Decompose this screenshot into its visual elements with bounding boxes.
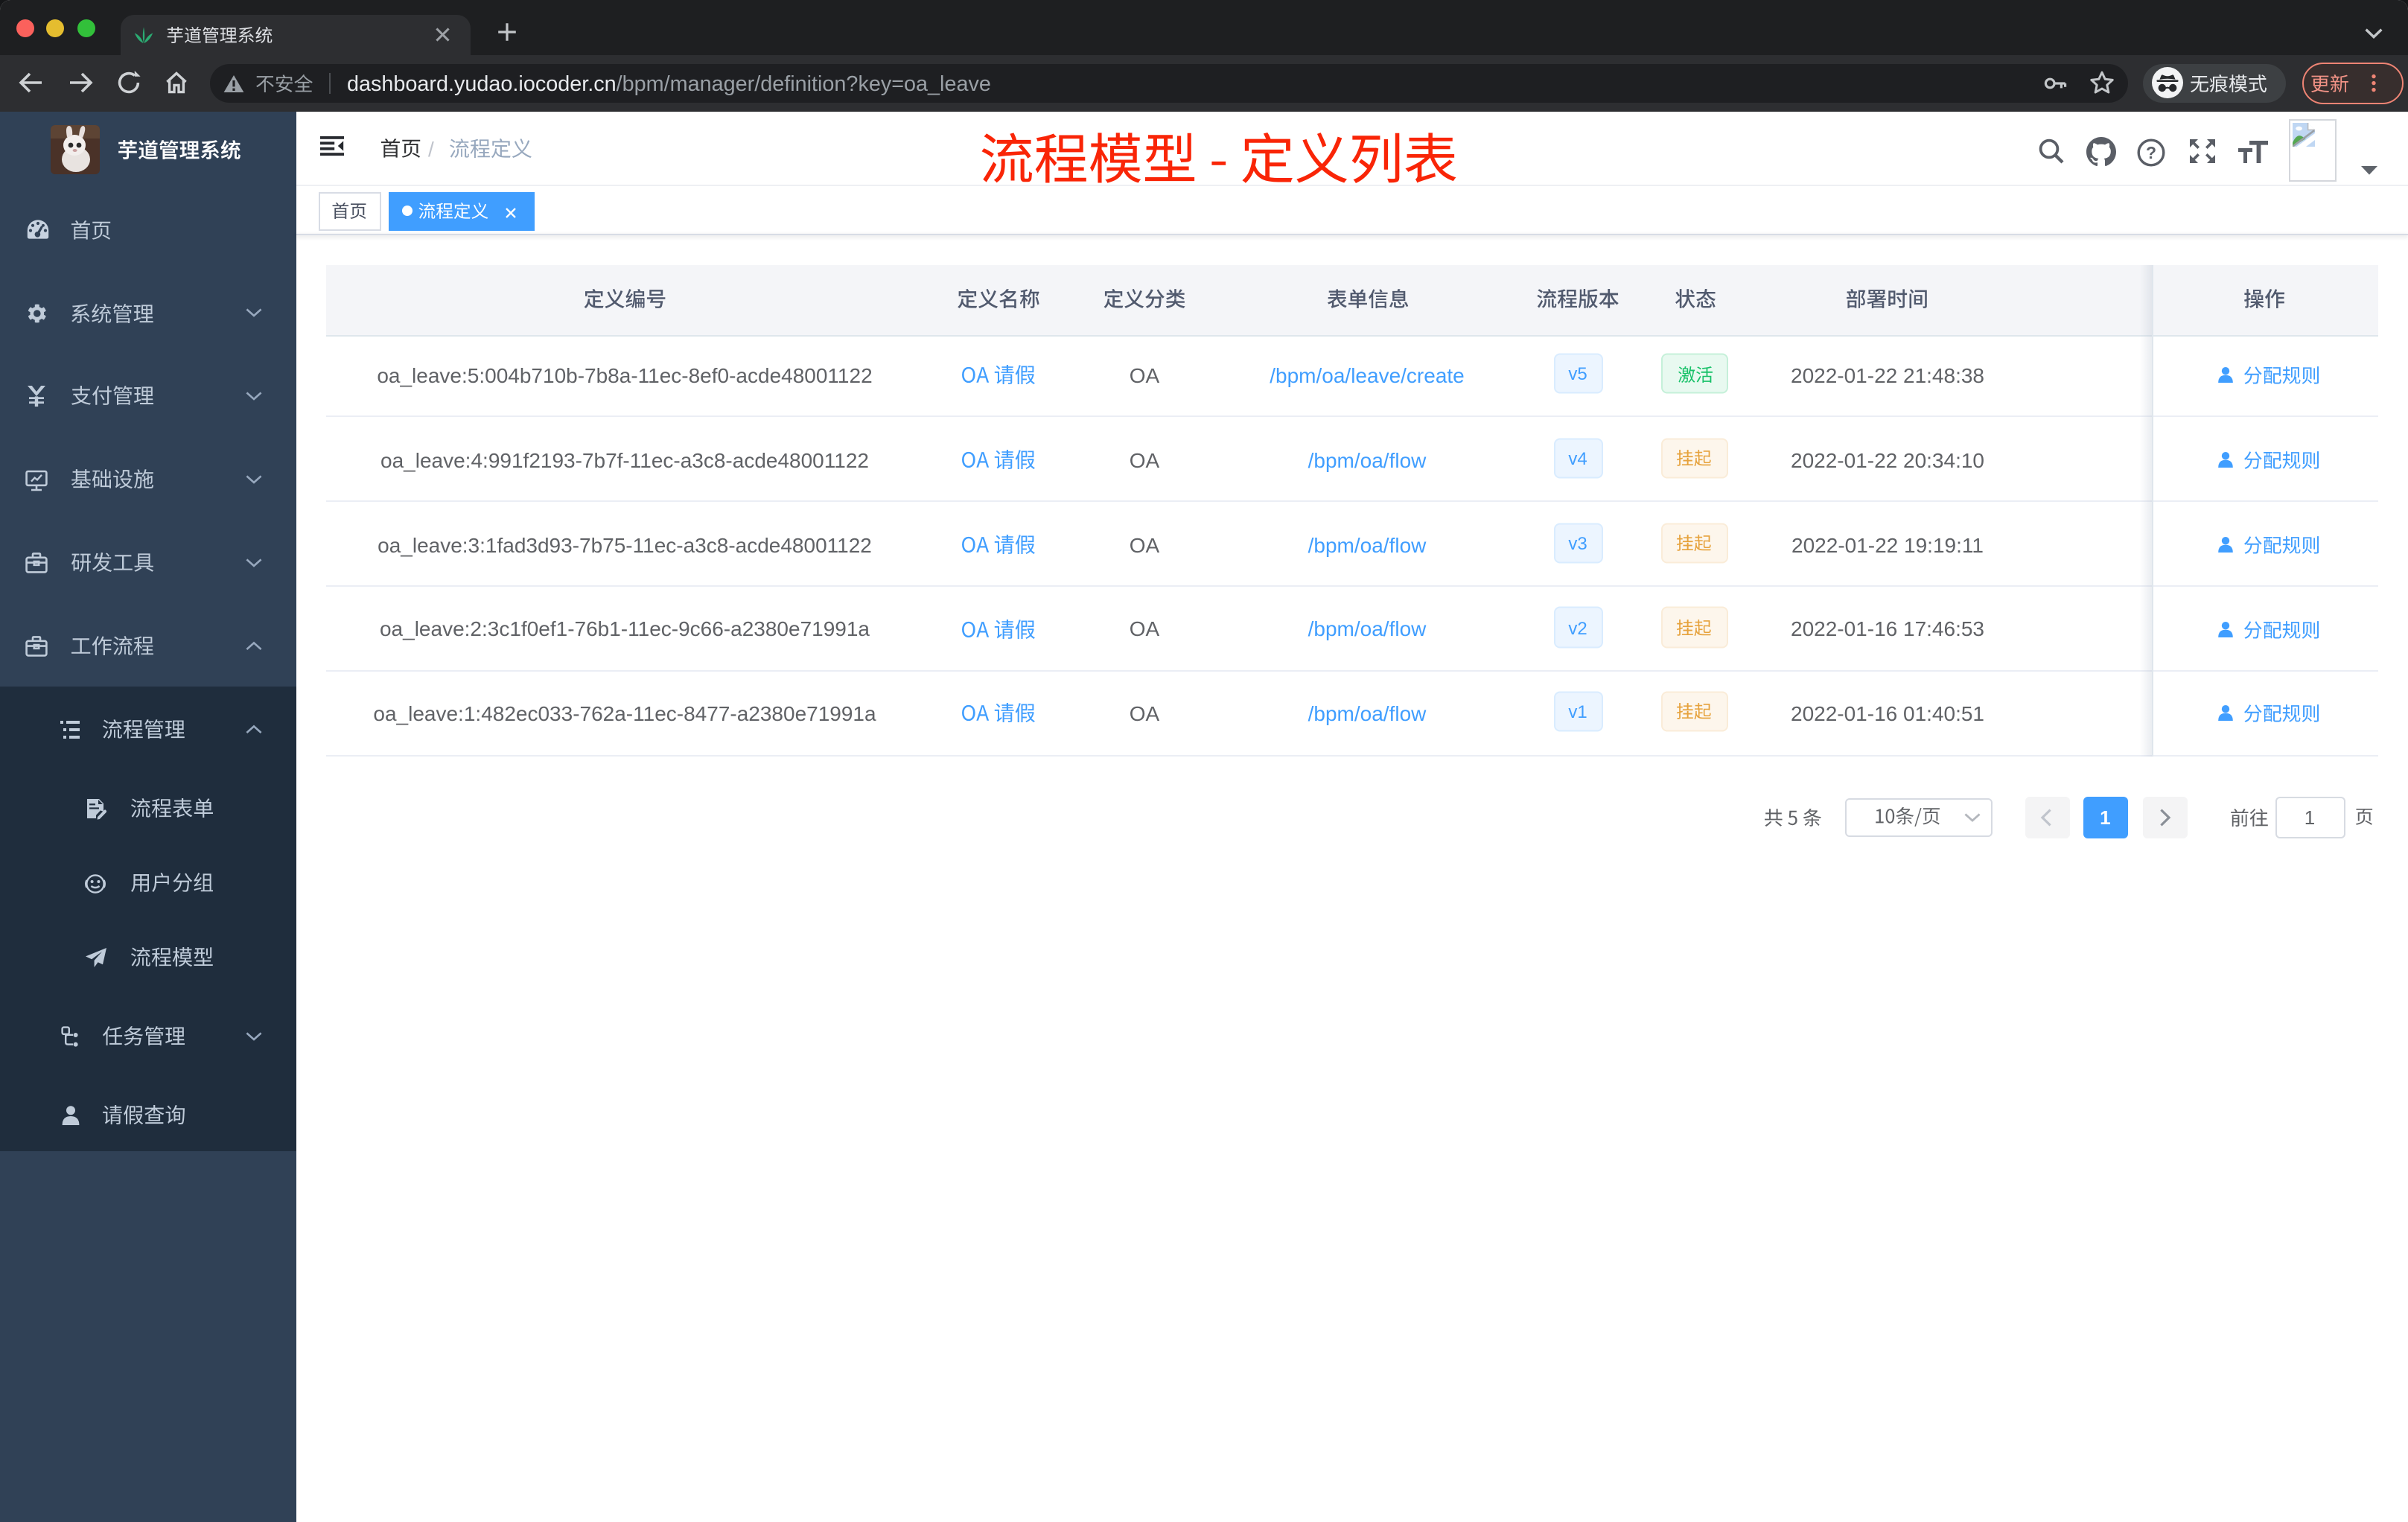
svg-text:?: ?: [2146, 142, 2156, 162]
